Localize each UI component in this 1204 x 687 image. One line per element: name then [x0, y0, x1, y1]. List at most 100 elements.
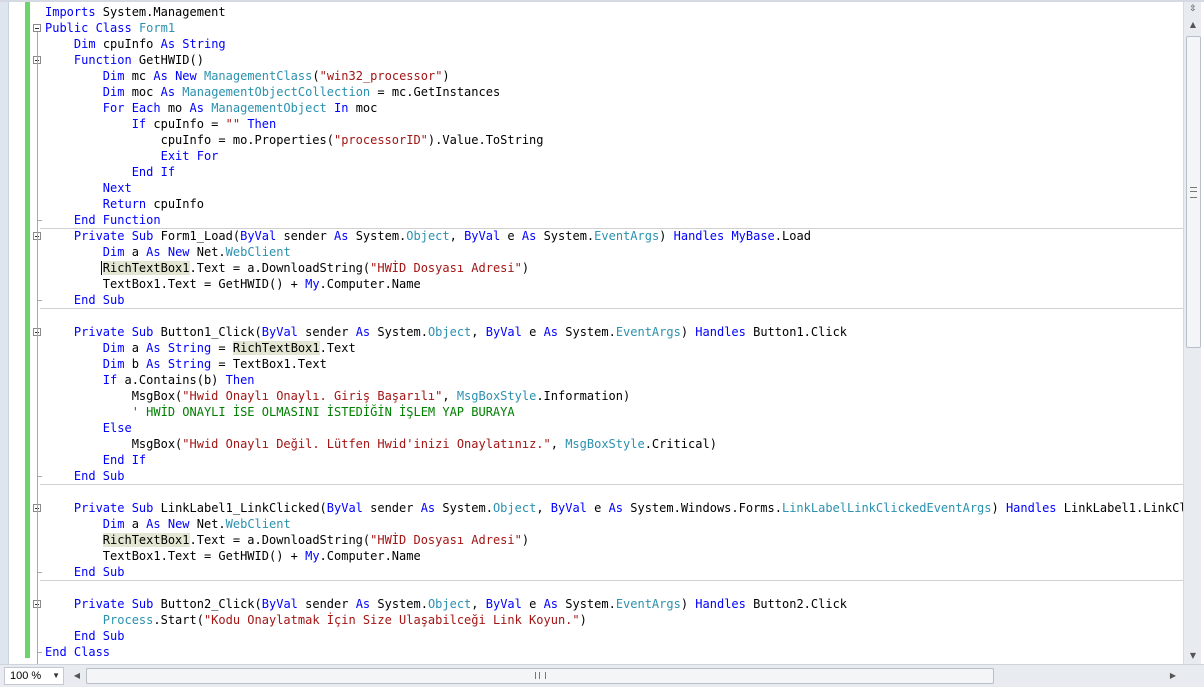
code-line[interactable]: Dim a As New Net.WebClient — [45, 244, 291, 260]
code-line[interactable]: TextBox1.Text = GetHWID() + My.Computer.… — [45, 548, 421, 564]
code-line[interactable]: Dim cpuInfo As String — [45, 36, 226, 52]
method-separator — [40, 308, 1183, 309]
code-line[interactable]: TextBox1.Text = GetHWID() + My.Computer.… — [45, 276, 421, 292]
code-line[interactable]: End Sub — [45, 468, 125, 484]
code-token: moc — [348, 101, 378, 115]
string-token: "win32_processor" — [319, 69, 443, 83]
code-line[interactable]: Return cpuInfo — [45, 196, 204, 212]
code-line[interactable]: Imports System.Management — [45, 4, 226, 20]
code-line[interactable]: End Class — [45, 644, 110, 658]
splitter-icon[interactable]: ⇳ — [1185, 2, 1201, 16]
code-token: System. — [435, 501, 493, 515]
chevron-down-icon[interactable]: ▼ — [52, 668, 60, 684]
keyword-token: End Class — [45, 645, 111, 658]
code-token: moc — [124, 85, 161, 99]
code-line[interactable]: If cpuInfo = "" Then — [45, 116, 277, 132]
code-line[interactable]: MsgBox("Hwid Onaylı Değil. Lütfen Hwid'i… — [45, 436, 717, 452]
grip-icon — [1190, 187, 1197, 198]
keyword-token: Dim — [102, 69, 125, 83]
arrow-right-icon[interactable]: ▶ — [1166, 667, 1180, 685]
code-token: ) — [991, 501, 1006, 515]
outline-end-marker — [37, 220, 42, 221]
keyword-token: End If — [131, 165, 176, 179]
code-line[interactable]: If a.Contains(b) Then — [45, 372, 255, 388]
indicator-margin[interactable] — [0, 2, 9, 664]
code-token: ) — [521, 533, 530, 547]
code-text-area[interactable]: Imports System.Management Public Class Fo… — [45, 2, 1183, 658]
string-token: "Hwid Onaylı Onaylı. Giriş Başarılı" — [182, 389, 443, 403]
code-line[interactable]: MsgBox("Hwid Onaylı Onaylı. Giriş Başarı… — [45, 388, 631, 404]
collapse-toggle-icon[interactable] — [33, 24, 41, 32]
code-line[interactable]: Next — [45, 180, 132, 196]
method-separator — [40, 580, 1183, 581]
code-line[interactable]: End Sub — [45, 628, 125, 644]
code-token: cpuInfo — [146, 197, 204, 211]
code-line[interactable]: Private Sub LinkLabel1_LinkClicked(ByVal… — [45, 500, 1183, 516]
vertical-scroll-thumb[interactable] — [1186, 36, 1201, 348]
code-line[interactable]: End Sub — [45, 292, 125, 308]
horizontal-scroll-thumb[interactable] — [86, 668, 994, 684]
code-token: cpuInfo = — [146, 117, 226, 131]
code-line[interactable]: End Function — [45, 212, 161, 228]
code-line[interactable]: ' HWİD ONAYLI İSE OLMASINI İSTEDİĞİN İŞL… — [45, 404, 515, 420]
code-line[interactable]: Private Sub Button2_Click(ByVal sender A… — [45, 596, 847, 612]
code-line[interactable]: Dim a As String = RichTextBox1.Text — [45, 340, 356, 356]
code-line[interactable]: End If — [45, 452, 146, 468]
keyword-token: End Sub — [73, 629, 125, 643]
zoom-dropdown[interactable]: 100 % ▼ — [4, 667, 64, 685]
code-token: Net. — [189, 517, 226, 531]
string-token: "HWİD Dosyası Adresi" — [370, 533, 522, 547]
code-line[interactable]: Dim a As New Net.WebClient — [45, 516, 291, 532]
type-token: Form1 — [138, 21, 176, 35]
code-line[interactable]: Private Sub Form1_Load(ByVal sender As S… — [45, 228, 811, 244]
code-line[interactable]: Private Sub Button1_Click(ByVal sender A… — [45, 324, 847, 340]
outlining-margin[interactable] — [30, 2, 44, 666]
keyword-token: ByVal — [240, 229, 277, 243]
outline-end-marker — [37, 572, 42, 573]
code-token: TextBox1.Text = GetHWID() + — [45, 549, 306, 563]
code-line[interactable]: Function GetHWID() — [45, 52, 204, 68]
code-line[interactable]: Else — [45, 420, 132, 436]
keyword-token: Private Sub — [73, 325, 154, 339]
code-editor[interactable]: Imports System.Management Public Class Fo… — [0, 0, 1204, 687]
keyword-token: Handles — [695, 597, 746, 611]
keyword-token: Private Sub — [73, 501, 154, 515]
code-token: System. — [558, 597, 616, 611]
grip-icon — [535, 672, 546, 679]
keyword-token: As String — [146, 341, 212, 355]
code-line[interactable]: End Sub — [45, 564, 125, 580]
code-token: .Text = a.DownloadString( — [189, 261, 371, 275]
vertical-scrollbar[interactable]: ⇳ ▲ ▼ — [1183, 2, 1201, 664]
code-line[interactable]: Dim mc As New ManagementClass("win32_pro… — [45, 68, 450, 84]
code-token: ) — [521, 261, 530, 275]
code-line[interactable]: RichTextBox1.Text = a.DownloadString("HW… — [45, 532, 529, 548]
keyword-token: Handles — [1005, 501, 1057, 515]
code-line[interactable]: Public Class Form1 — [45, 20, 175, 36]
code-token: Button1_Click( — [153, 325, 262, 339]
arrow-left-icon[interactable]: ◀ — [70, 667, 84, 685]
code-token: System. — [348, 229, 407, 243]
code-line[interactable]: For Each mo As ManagementObject In moc — [45, 100, 378, 116]
code-line[interactable]: RichTextBox1.Text = a.DownloadString("HW… — [45, 260, 529, 276]
code-line[interactable]: Exit For — [45, 148, 219, 164]
code-line[interactable]: End If — [45, 164, 175, 180]
code-token: Button2.Click — [745, 597, 848, 611]
arrow-down-icon[interactable]: ▼ — [1185, 648, 1201, 664]
code-line[interactable]: cpuInfo = mo.Properties("processorID").V… — [45, 132, 544, 148]
code-line[interactable]: Dim b As String = TextBox1.Text — [45, 356, 327, 372]
keyword-token: As New — [146, 245, 190, 259]
code-line[interactable]: Process.Start("Kodu Onaylatmak İçin Size… — [45, 612, 587, 628]
string-token: "processorID" — [333, 133, 428, 147]
keyword-token: ByVal — [261, 597, 298, 611]
code-line[interactable]: Dim moc As ManagementObjectCollection = … — [45, 84, 500, 100]
arrow-up-icon[interactable]: ▲ — [1185, 17, 1201, 33]
keyword-token: Function — [73, 53, 132, 67]
